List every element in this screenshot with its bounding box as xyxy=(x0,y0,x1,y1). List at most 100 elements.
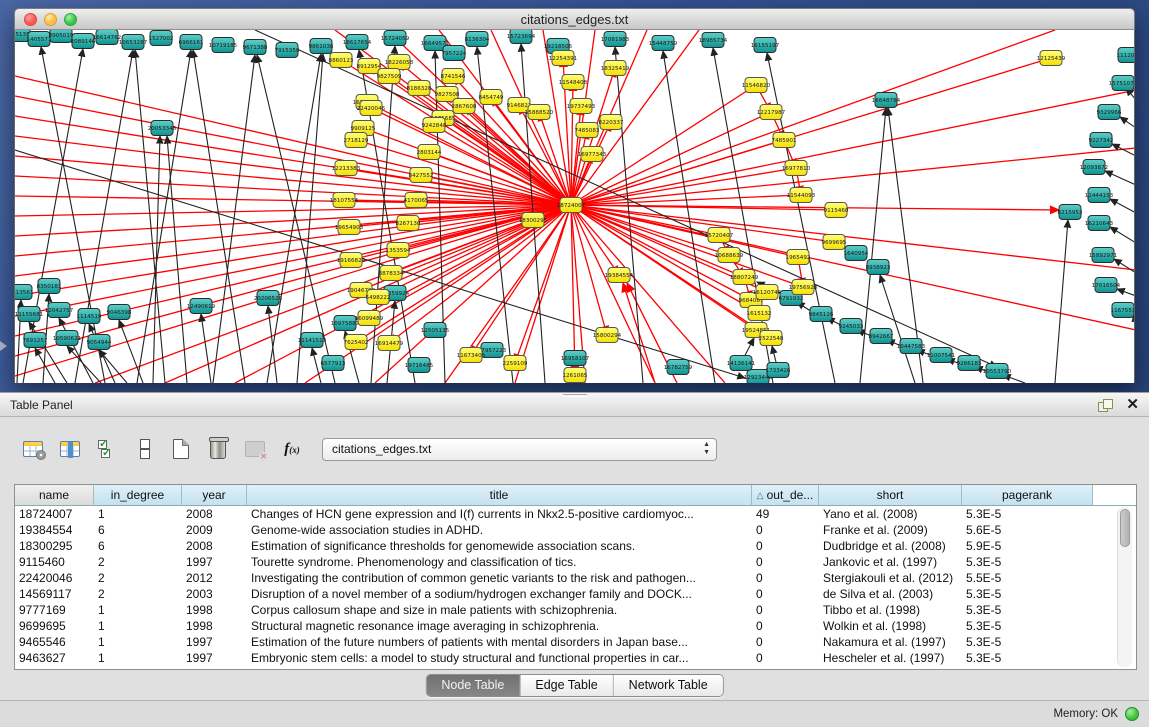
table-cell[interactable]: 1 xyxy=(94,618,182,634)
unselect-all-button[interactable] xyxy=(131,436,157,462)
table-cell[interactable]: Disruption of a novel member of a sodium… xyxy=(247,586,752,602)
graph-node[interactable]: 12490619 xyxy=(187,299,216,314)
vertical-scrollbar[interactable] xyxy=(1117,507,1132,667)
graph-node[interactable]: 8350181 xyxy=(37,279,62,294)
table-cell[interactable]: 0 xyxy=(752,586,819,602)
column-header-out_de[interactable]: △out_de... xyxy=(752,485,819,506)
column-header-in_degree[interactable]: in_degree xyxy=(94,485,182,506)
table-cell[interactable]: 1 xyxy=(94,634,182,650)
column-header-year[interactable]: year xyxy=(182,485,247,506)
graph-node[interactable]: 7957224 xyxy=(442,46,467,61)
table-cell[interactable]: Estimation of the future numbers of pati… xyxy=(247,634,752,650)
memory-ok-indicator[interactable] xyxy=(1125,707,1139,721)
table-cell[interactable]: Tourette syndrome. Phenomenology and cla… xyxy=(247,554,752,570)
graph-node[interactable]: 19737493 xyxy=(567,99,596,114)
graph-node[interactable]: 1615132 xyxy=(747,306,772,321)
zoom-window-button[interactable] xyxy=(64,13,77,26)
column-header-name[interactable]: name xyxy=(15,485,94,506)
tab-network-table[interactable]: Network Table xyxy=(614,675,723,696)
graph-node[interactable]: 19654903 xyxy=(335,220,364,235)
table-cell[interactable]: 0 xyxy=(752,618,819,634)
graph-node[interactable]: 8741546 xyxy=(441,69,466,84)
graph-node[interactable]: 11141519 xyxy=(298,333,327,348)
table-cell[interactable]: Wolkin et al. (1998) xyxy=(819,618,962,634)
graph-node[interactable]: 9054944 xyxy=(87,335,112,350)
table-cell[interactable]: 2012 xyxy=(182,570,247,586)
graph-node[interactable]: 10719185 xyxy=(209,38,238,53)
table-cell[interactable]: 14569117 xyxy=(15,586,94,602)
graph-node[interactable]: 9313561 xyxy=(15,285,34,300)
graph-node[interactable]: 19716485 xyxy=(405,358,434,373)
graph-node[interactable]: 12093872 xyxy=(1080,160,1108,175)
graph-node[interactable]: 18724007 xyxy=(557,198,586,213)
graph-node[interactable]: 1640954 xyxy=(844,246,869,261)
table-cell[interactable]: Investigating the contribution of common… xyxy=(247,570,752,586)
table-cell[interactable]: 5.3E-5 xyxy=(962,506,1093,522)
graph-node[interactable]: 2259109 xyxy=(503,356,528,371)
graph-node[interactable]: 16782759 xyxy=(664,360,693,375)
graph-node[interactable]: 15448759 xyxy=(649,36,678,51)
table-cell[interactable]: Structural magnetic resonance image aver… xyxy=(247,618,752,634)
table-cell[interactable]: 0 xyxy=(752,522,819,538)
table-cell[interactable]: 2003 xyxy=(182,586,247,602)
table-cell[interactable]: 5.5E-5 xyxy=(962,570,1093,586)
graph-node[interactable]: 18300295 xyxy=(519,213,548,228)
delete-column-button[interactable] xyxy=(205,436,231,462)
table-cell[interactable]: Franke et al. (2009) xyxy=(819,522,962,538)
graph-node[interactable]: 11548408 xyxy=(559,75,588,90)
graph-node[interactable]: 20053346 xyxy=(148,121,177,136)
table-cell[interactable]: 2 xyxy=(94,570,182,586)
table-cell[interactable]: 9699695 xyxy=(15,618,94,634)
table-cell[interactable]: 1997 xyxy=(182,554,247,570)
graph-node[interactable]: 1527002 xyxy=(149,31,174,46)
table-cell[interactable]: 0 xyxy=(752,650,819,666)
table-cell[interactable]: Estimation of significance thresholds fo… xyxy=(247,538,752,554)
graph-node[interactable]: 9671388 xyxy=(243,40,268,55)
table-cell[interactable]: Changes of HCN gene expression and I(f) … xyxy=(247,506,752,522)
table-cell[interactable]: 18300295 xyxy=(15,538,94,554)
minimize-window-button[interactable] xyxy=(44,13,57,26)
graph-node[interactable]: 9115460 xyxy=(824,203,849,218)
graph-node[interactable]: 6577913 xyxy=(321,356,346,371)
table-cell[interactable]: 5.3E-5 xyxy=(962,634,1093,650)
graph-node[interactable]: 7691257 xyxy=(23,333,48,348)
table-cell[interactable]: 2009 xyxy=(182,522,247,538)
graph-node[interactable]: 1965492 xyxy=(786,250,811,265)
table-cell[interactable]: 1 xyxy=(94,506,182,522)
table-cell[interactable]: 5.3E-5 xyxy=(962,586,1093,602)
graph-node[interactable]: 10590621 xyxy=(53,331,82,346)
table-cell[interactable]: Nakamura et al. (1997) xyxy=(819,634,962,650)
table-cell[interactable]: 0 xyxy=(752,570,819,586)
table-cell[interactable]: 5.3E-5 xyxy=(962,554,1093,570)
graph-node[interactable]: 8454749 xyxy=(479,90,504,105)
graph-node[interactable]: 8220337 xyxy=(599,115,624,130)
graph-node[interactable]: 15892971 xyxy=(1089,248,1118,263)
table-cell[interactable]: 1998 xyxy=(182,618,247,634)
table-cell[interactable]: 5.9E-5 xyxy=(962,538,1093,554)
graph-node[interactable]: 1261065 xyxy=(563,368,588,383)
graph-node[interactable]: 16155197 xyxy=(751,38,780,53)
graph-node[interactable]: 18107554 xyxy=(330,193,359,208)
table-cell[interactable]: 6 xyxy=(94,538,182,554)
table-cell[interactable]: 5.3E-5 xyxy=(962,602,1093,618)
graph-node[interactable]: 9286183 xyxy=(957,356,982,371)
graph-node[interactable]: 18807249 xyxy=(730,270,759,285)
graph-node[interactable]: 12254391 xyxy=(549,51,578,66)
graph-node[interactable]: 18985734 xyxy=(699,33,728,48)
graph-node[interactable]: 12213383 xyxy=(332,161,361,176)
graph-node[interactable]: 15720407 xyxy=(705,228,734,243)
graph-node[interactable]: 16977343 xyxy=(578,147,607,162)
graph-node[interactable]: 2803144 xyxy=(417,145,442,160)
float-panel-icon[interactable] xyxy=(1098,399,1112,411)
graph-node[interactable]: 19384554 xyxy=(605,268,634,283)
graph-node[interactable]: 14136141 xyxy=(727,356,756,371)
graph-node[interactable]: 9845126 xyxy=(809,307,834,322)
table-cell[interactable]: 0 xyxy=(752,538,819,554)
table-cell[interactable]: Stergiakouli et al. (2012) xyxy=(819,570,962,586)
graph-node[interactable]: 11007541 xyxy=(927,348,956,363)
table-cell[interactable]: Embryonic stem cells: a model to study s… xyxy=(247,650,752,666)
graph-node[interactable]: 9046398 xyxy=(107,305,132,320)
graph-node[interactable]: 9242848 xyxy=(422,118,447,133)
table-cell[interactable]: Tibbo et al. (1998) xyxy=(819,602,962,618)
table-cell[interactable]: 0 xyxy=(752,634,819,650)
